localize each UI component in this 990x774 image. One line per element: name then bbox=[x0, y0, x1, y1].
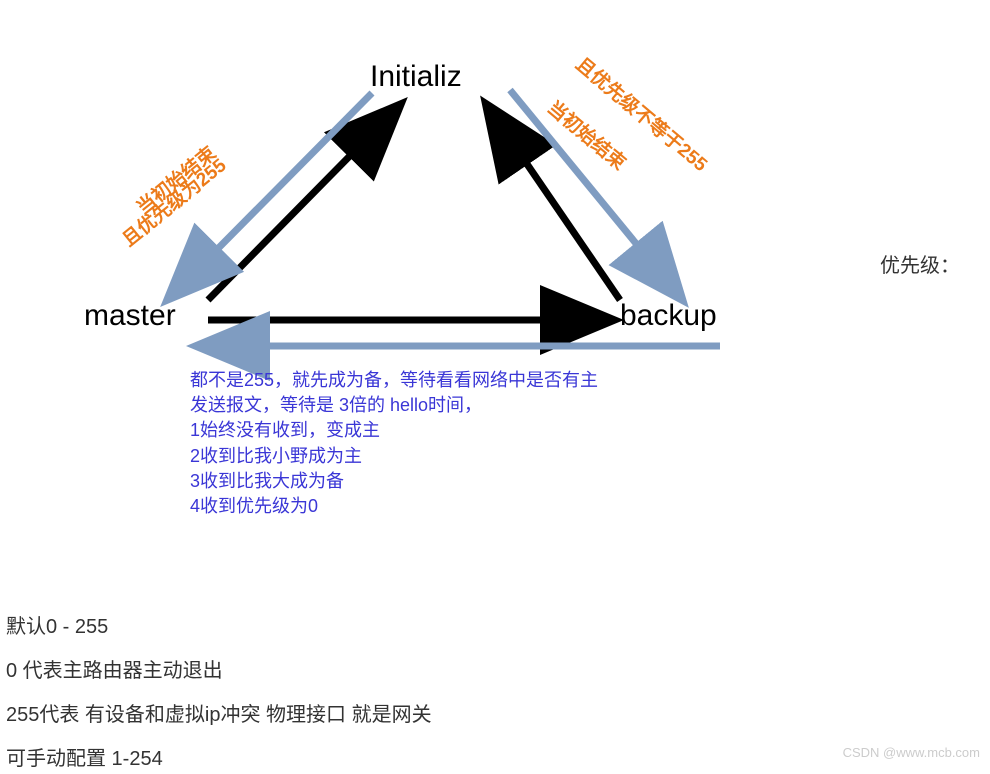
blue-line: 4收到优先级为0 bbox=[190, 494, 598, 519]
watermark: CSDN @www.mcb.com bbox=[843, 745, 980, 760]
priority-255: 255代表 有设备和虚拟ip冲突 物理接口 就是网关 bbox=[6, 700, 432, 730]
blue-line: 2收到比我小野成为主 bbox=[190, 444, 598, 469]
priority-label: 优先级： bbox=[880, 249, 960, 278]
priority-manual: 可手动配置 1-254 bbox=[6, 744, 163, 774]
priority-default: 默认0 - 255 bbox=[6, 612, 108, 642]
blue-line: 都不是255，就先成为备，等待看看网络中是否有主 bbox=[190, 368, 598, 393]
blue-line: 1始终没有收到，变成主 bbox=[190, 418, 598, 443]
node-backup: backup bbox=[620, 299, 717, 333]
blue-line: 3收到比我大成为备 bbox=[190, 469, 598, 494]
edge-master-to-init bbox=[208, 107, 398, 300]
node-initialize: Initializ bbox=[370, 60, 462, 94]
node-master: master bbox=[84, 299, 176, 333]
backup-rules-text: 都不是255，就先成为备，等待看看网络中是否有主 发送报文，等待是 3倍的 he… bbox=[190, 368, 598, 519]
blue-line: 发送报文，等待是 3倍的 hello时间， bbox=[190, 393, 598, 418]
priority-zero: 0 代表主路由器主动退出 bbox=[6, 656, 223, 686]
state-diagram: Initializ master backup 当初始结束 且优先级为255 当… bbox=[0, 0, 990, 540]
